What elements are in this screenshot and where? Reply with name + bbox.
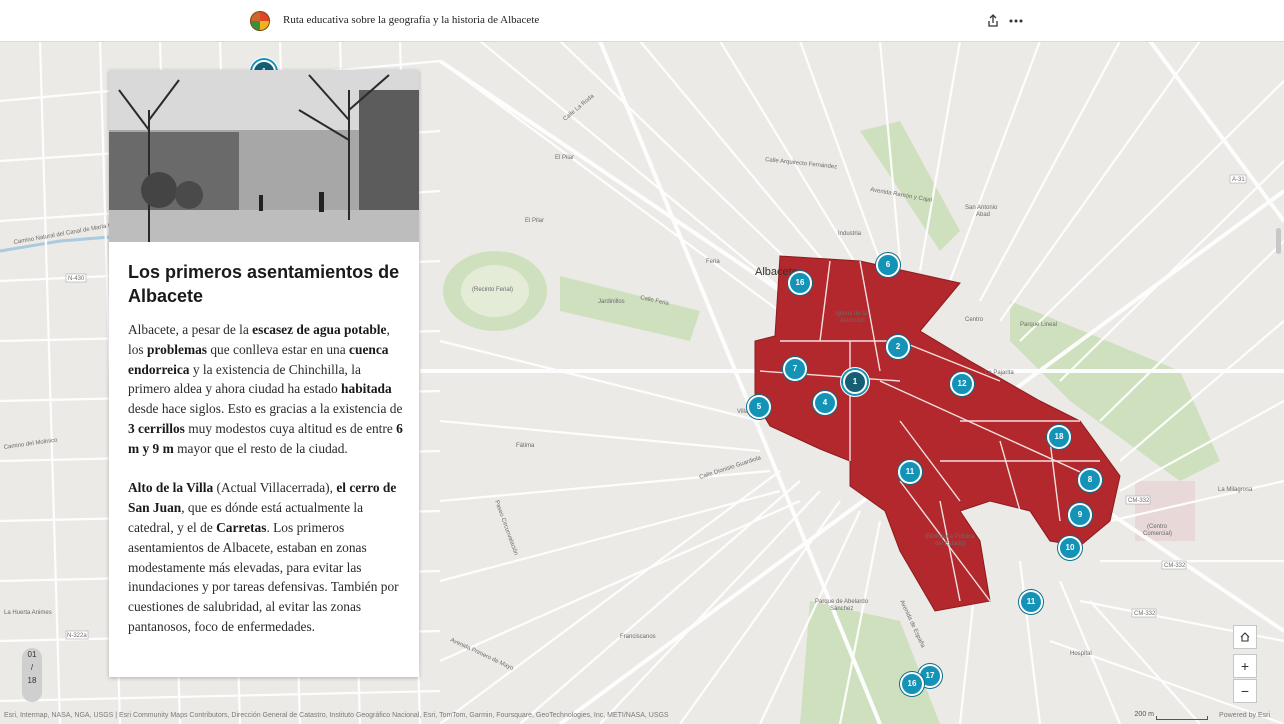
svg-text:Calle Dionisio Guardiola: Calle Dionisio Guardiola xyxy=(699,455,763,481)
pager-separator: / xyxy=(30,663,34,672)
route-marker-4[interactable]: 4 xyxy=(813,391,837,415)
svg-text:(Biblioteca Pública: (Biblioteca Pública xyxy=(925,534,975,540)
route-marker-10[interactable]: 10 xyxy=(1058,536,1082,560)
bold-phrase: Alto de la Villa xyxy=(128,480,214,496)
map-attribution: Esri, Intermap, NASA, NGA, USGS | Esri C… xyxy=(4,712,669,719)
story-title: Ruta educativa sobre la geografía y la h… xyxy=(283,14,540,26)
route-marker-14[interactable]: 16 xyxy=(788,271,812,295)
story-card: Los primeros asentamientos de Albacete A… xyxy=(109,70,419,677)
zoom-out-button[interactable]: − xyxy=(1233,679,1257,703)
pager-current: 01 xyxy=(27,650,37,659)
svg-text:CM-332: CM-332 xyxy=(1164,563,1186,569)
route-marker-7[interactable]: 7 xyxy=(783,357,807,381)
svg-text:Calle La Roda: Calle La Roda xyxy=(562,93,595,122)
svg-text:A-31: A-31 xyxy=(1232,177,1245,183)
svg-text:Fátima: Fátima xyxy=(516,443,535,449)
svg-text:Industria: Industria xyxy=(838,231,862,237)
svg-text:Asunción: Asunción xyxy=(840,318,865,324)
bold-phrase: escasez de agua potable xyxy=(252,322,387,337)
svg-text:Franciscanos: Franciscanos xyxy=(620,634,656,640)
bold-phrase: problemas xyxy=(146,341,208,357)
route-marker-16[interactable]: 16 xyxy=(900,672,924,696)
route-marker-8[interactable]: 8 xyxy=(1078,468,1102,492)
svg-text:Parque Lineal: Parque Lineal xyxy=(1020,322,1057,328)
home-button[interactable] xyxy=(1233,625,1257,649)
svg-text:Comercial): Comercial) xyxy=(1143,531,1172,537)
svg-text:N-322a: N-322a xyxy=(67,633,87,639)
paragraph-1: Albacete, a pesar de la escasez de agua … xyxy=(128,320,406,459)
app-header: Ruta educativa sobre la geografía y la h… xyxy=(0,0,1284,42)
route-marker-5[interactable]: 5 xyxy=(747,395,771,419)
svg-text:El Pilar: El Pilar xyxy=(525,218,544,224)
svg-text:N-430: N-430 xyxy=(68,276,85,282)
historic-photo xyxy=(109,70,419,242)
svg-text:Sánchez: Sánchez xyxy=(830,606,853,612)
route-marker-2[interactable]: 2 xyxy=(886,335,910,359)
svg-text:Centro: Centro xyxy=(965,317,984,323)
svg-text:Jardinillos: Jardinillos xyxy=(598,299,625,305)
route-marker-12[interactable]: 11 xyxy=(898,460,922,484)
text-run: Albacete, a pesar de la xyxy=(128,322,253,337)
more-options-icon[interactable] xyxy=(1007,12,1025,30)
text-run: (Actual Villacerrada), xyxy=(213,480,337,496)
story-logo-icon xyxy=(250,11,270,31)
svg-text:CM-332: CM-332 xyxy=(1134,611,1156,617)
text-run: mayor que el resto de la ciudad. xyxy=(173,440,348,456)
svg-text:Iglesia de la: Iglesia de la xyxy=(835,311,868,317)
svg-text:La Huerta Animes: La Huerta Animes xyxy=(4,610,52,616)
svg-text:Paseo Circunvalación: Paseo Circunvalación xyxy=(493,500,518,557)
svg-text:Calle Arquitecto Fernández: Calle Arquitecto Fernández xyxy=(765,157,838,171)
route-marker-13[interactable]: 12 xyxy=(950,372,974,396)
svg-text:del Estado): del Estado) xyxy=(935,541,965,547)
home-icon xyxy=(1240,632,1250,642)
svg-text:El Pilar: El Pilar xyxy=(555,155,574,161)
scale-bar xyxy=(1156,716,1208,720)
svg-text:La Milagrosa: La Milagrosa xyxy=(1218,487,1253,493)
text-run: . Los primeros asentamientos de Albacete… xyxy=(128,519,399,634)
text-run: muy modestos cuya altitud es de entre xyxy=(184,420,397,436)
bold-phrase: 3 cerrillos xyxy=(128,420,185,436)
svg-text:La Pajarita: La Pajarita xyxy=(985,370,1014,376)
zoom-in-button[interactable]: + xyxy=(1233,654,1257,678)
text-run: desde hace siglos. Esto es gracias a la … xyxy=(128,401,403,417)
route-marker-11[interactable]: 11 xyxy=(1019,590,1043,614)
svg-text:Feria: Feria xyxy=(706,259,720,265)
scale-label: 200 m xyxy=(1134,711,1154,718)
bold-phrase: habitada xyxy=(341,381,392,397)
svg-text:Abad: Abad xyxy=(976,212,990,218)
svg-text:San Antonio: San Antonio xyxy=(965,205,998,211)
svg-text:(Recinto Ferial): (Recinto Ferial) xyxy=(472,287,513,293)
slide-pager[interactable]: 01 / 18 xyxy=(22,648,42,702)
text-run: que conlleva estar en una xyxy=(207,341,350,357)
section-heading: Los primeros asentamientos de Albacete xyxy=(128,262,400,306)
svg-text:CM-332: CM-332 xyxy=(1128,498,1150,504)
svg-text:Hospital: Hospital xyxy=(1070,651,1092,657)
share-icon[interactable] xyxy=(984,12,1002,30)
pager-total: 18 xyxy=(27,676,37,685)
page-scrollbar[interactable] xyxy=(1276,228,1281,254)
route-marker-18[interactable]: 18 xyxy=(1047,425,1071,449)
svg-text:(Centro: (Centro xyxy=(1147,524,1168,530)
paragraph-2: Alto de la Villa (Actual Villacerrada), … xyxy=(128,478,406,636)
svg-text:Camino del Molinico: Camino del Molinico xyxy=(3,437,58,451)
story-body: Albacete, a pesar de la escasez de agua … xyxy=(128,320,406,657)
route-marker-9[interactable]: 9 xyxy=(1068,503,1092,527)
route-marker-1[interactable]: 1 xyxy=(843,370,867,394)
route-marker-6[interactable]: 6 xyxy=(876,253,900,277)
powered-by-esri: Powered by Esri xyxy=(1219,712,1270,719)
bold-phrase: Carretas xyxy=(216,519,267,535)
svg-text:Parque de Abelardo: Parque de Abelardo xyxy=(815,599,869,605)
